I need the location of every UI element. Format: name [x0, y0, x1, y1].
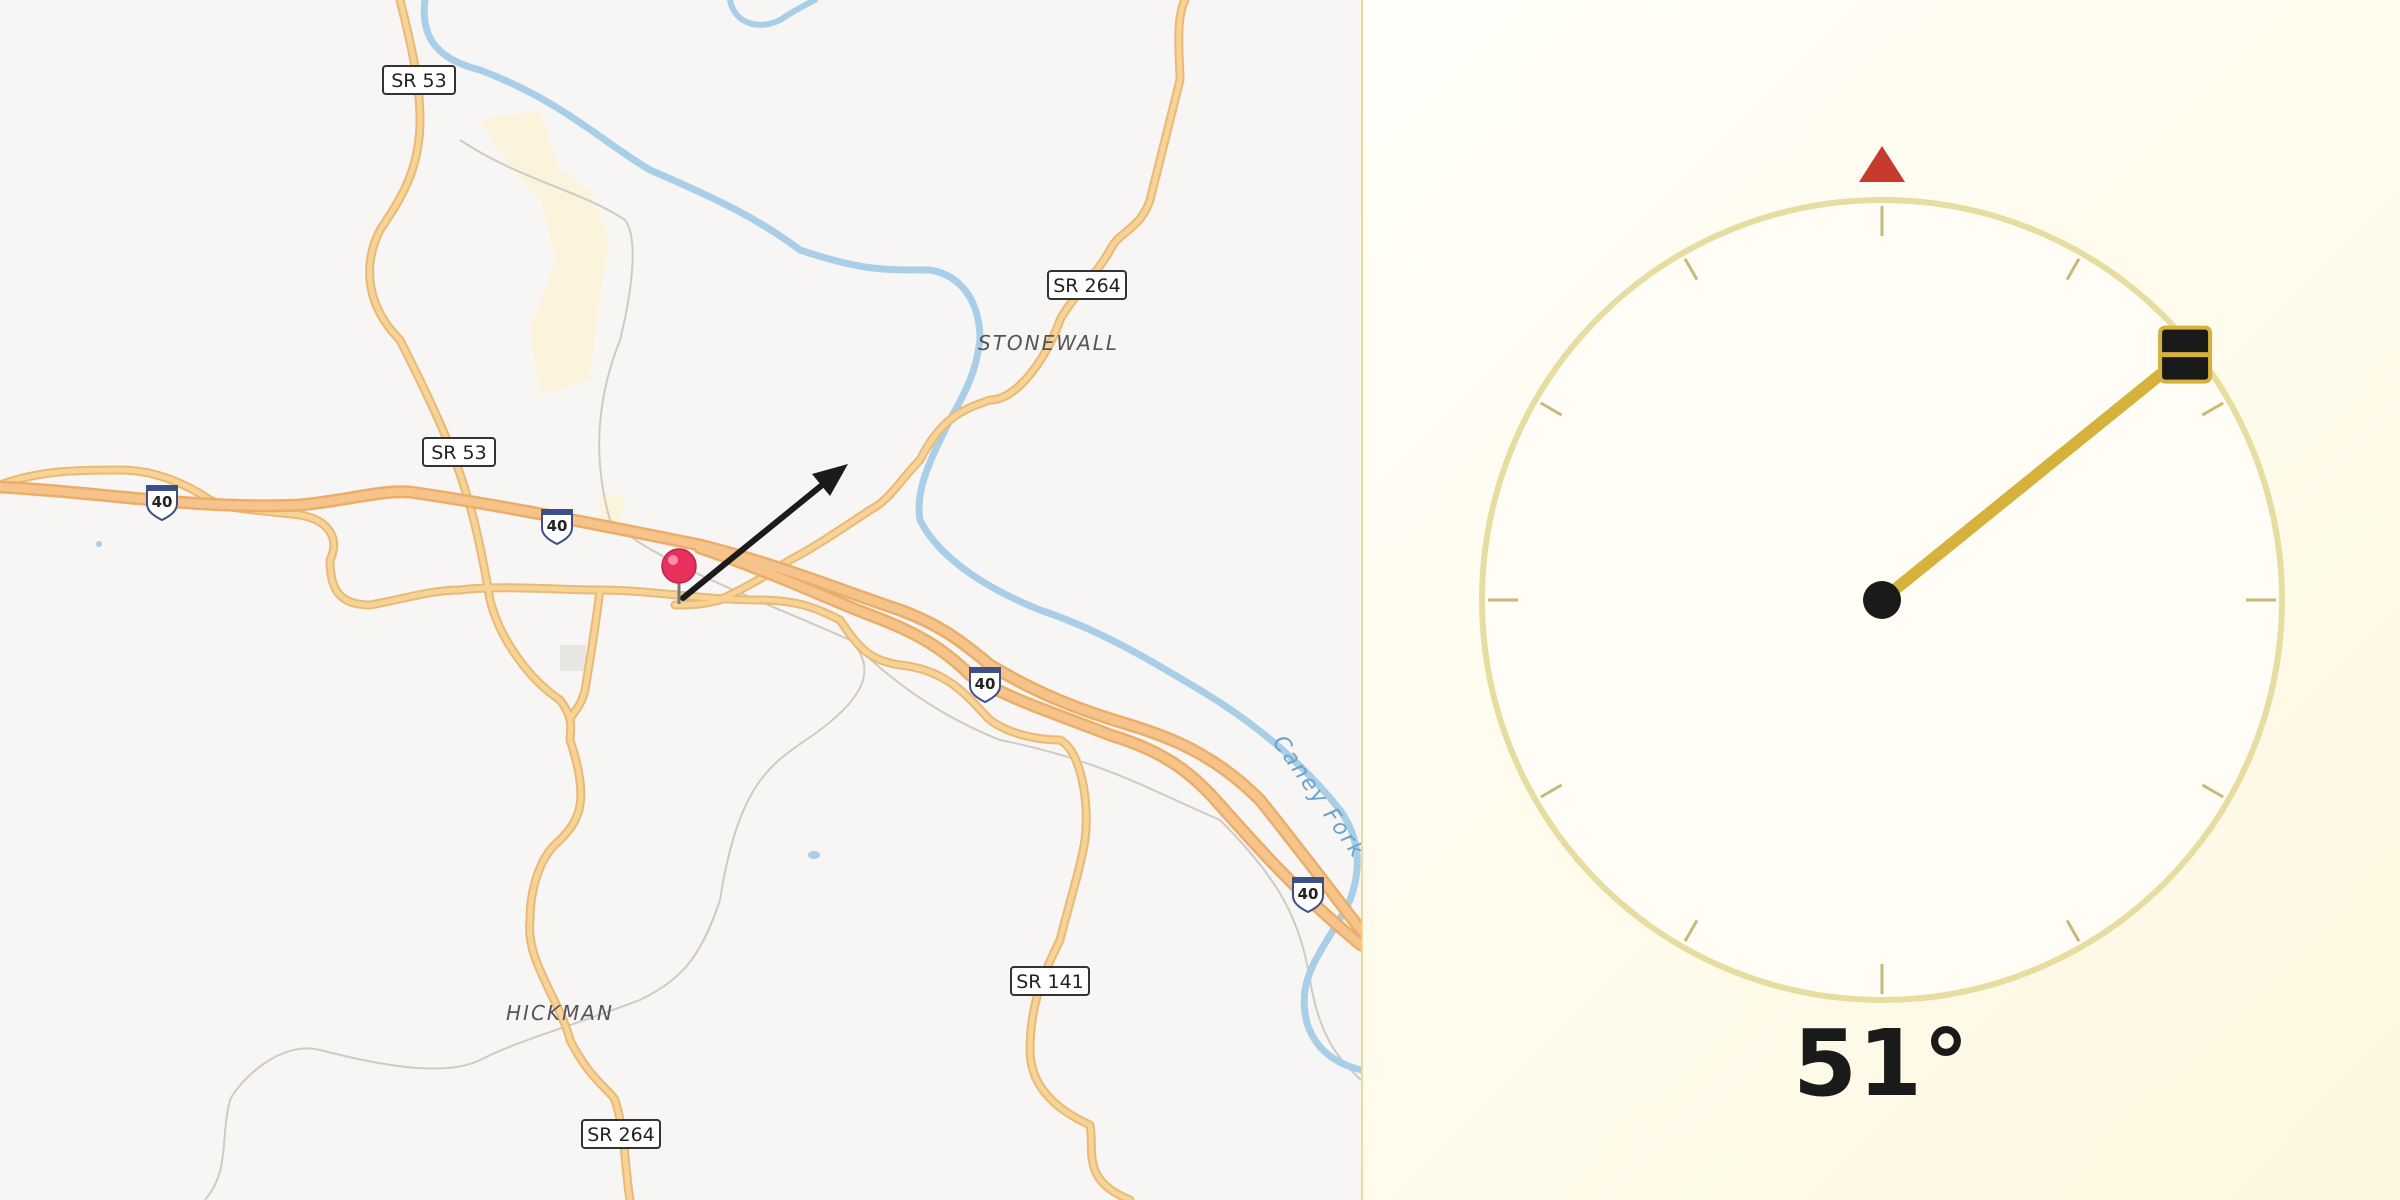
sr264-bottom-shield: SR 264 — [581, 1119, 661, 1149]
compass-hub — [1863, 581, 1901, 619]
sr53-top-shield: SR 53 — [382, 65, 456, 95]
i40-shield-b-label: 40 — [547, 517, 568, 535]
place-label-stonewall: STONEWALL — [978, 331, 1119, 355]
i40-shield-c-label: 40 — [975, 675, 996, 693]
sr53-mid-label: SR 53 — [431, 442, 486, 464]
compass-panel: 51° — [1363, 0, 2400, 1200]
place-label-hickman: HICKMAN — [506, 1001, 614, 1025]
north-marker-icon — [1859, 146, 1905, 182]
needle-handle-icon[interactable] — [2158, 325, 2213, 384]
sr141-label: SR 141 — [1016, 971, 1084, 993]
i40-shield-d-label: 40 — [1298, 885, 1319, 903]
sr264-bottom-label: SR 264 — [587, 1124, 655, 1146]
heading-readout: 51° — [1792, 1010, 1971, 1117]
sr53-mid-shield: SR 53 — [422, 437, 496, 467]
sr264-top-label: SR 264 — [1053, 275, 1121, 297]
map-view[interactable]: SR 53 SR 53 SR 264 SR 141 SR 264 40 40 4… — [0, 0, 1361, 1200]
sr53-top-label: SR 53 — [391, 70, 446, 92]
sr141-shield: SR 141 — [1010, 966, 1090, 996]
i40-shield-a-label: 40 — [152, 493, 173, 511]
sr264-top-shield: SR 264 — [1047, 270, 1127, 300]
